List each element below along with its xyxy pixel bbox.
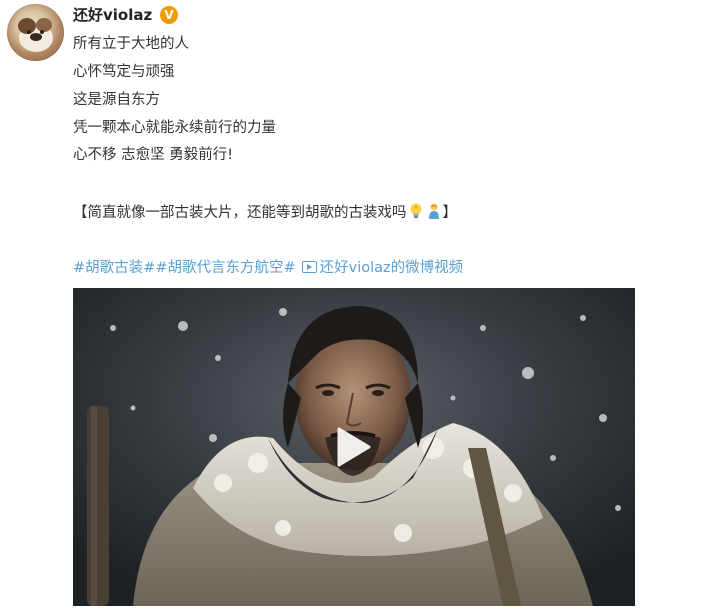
hashtag-link[interactable]: #胡歌代言东方航空# — [155, 260, 295, 276]
post-text-line: 所有立于大地的人 — [73, 36, 189, 52]
video-link-icon — [301, 261, 317, 273]
video-player[interactable] — [73, 288, 635, 606]
post-text-line: 凭一颗本心就能永续前行的力量 — [73, 120, 276, 136]
video-source-link[interactable]: 还好violaz的微博视频 — [320, 260, 464, 276]
play-icon[interactable] — [335, 426, 373, 468]
person-emoji-icon — [426, 202, 442, 220]
hashtag-row: #胡歌古装##胡歌代言东方航空# 还好violaz的微博视频 — [73, 256, 463, 280]
post-text-line: 这是源自东方 — [73, 92, 160, 108]
bracket-text: 【简直就像一部古装大片，还能等到胡歌的古装戏吗 — [73, 205, 407, 221]
post-text-line: 心不移 志愈坚 勇毅前行! — [73, 147, 234, 163]
verified-badge-icon: V — [160, 6, 178, 24]
avatar[interactable] — [7, 4, 64, 61]
avatar-image — [18, 18, 53, 52]
hashtag-link[interactable]: #胡歌古装# — [73, 260, 155, 276]
post-text-line: 心怀笃定与顽强 — [73, 64, 175, 80]
post-bracket-line: 【简直就像一部古装大片，还能等到胡歌的古装戏吗 】 — [73, 201, 457, 225]
bracket-close-text: 】 — [442, 205, 458, 221]
lightbulb-emoji-icon — [408, 202, 424, 220]
username[interactable]: 还好violaz — [73, 5, 152, 25]
